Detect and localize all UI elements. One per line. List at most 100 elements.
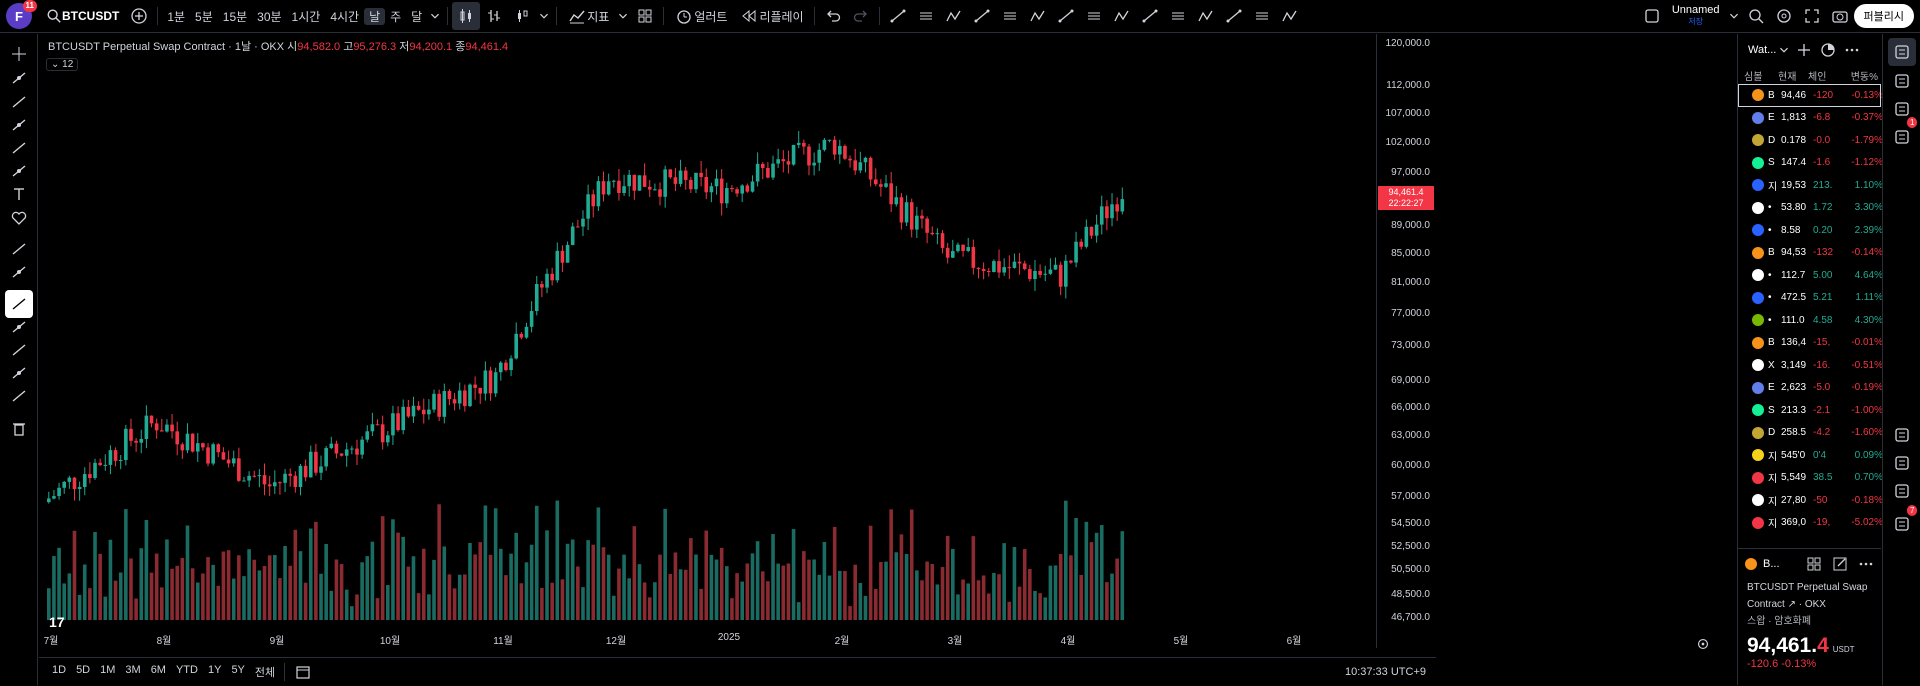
interval-0[interactable]: 1분 <box>162 8 190 25</box>
watchlist-row[interactable]: 지 27,80 -50 -0.18% <box>1738 489 1883 512</box>
compare-add-icon[interactable] <box>125 2 153 30</box>
watchlist-row[interactable]: B 94,46 -120 -0.13% <box>1738 84 1883 107</box>
zoom-in-icon[interactable] <box>5 258 33 286</box>
col-change-pct[interactable]: 변동% <box>1838 68 1878 83</box>
ideas-icon[interactable] <box>1888 477 1916 505</box>
detail-symbol-short[interactable]: B... <box>1763 558 1801 570</box>
watchlist-row[interactable]: E 1,813 -6.8 -0.37% <box>1738 107 1883 130</box>
abcd-pattern-icon[interactable] <box>1024 2 1052 30</box>
redo-icon[interactable] <box>847 2 875 30</box>
watchlist-row[interactable]: 지 5,549 38.5 0.70% <box>1738 467 1883 490</box>
price-label-icon[interactable] <box>1192 2 1220 30</box>
long-position-icon[interactable] <box>1220 2 1248 30</box>
col-symbol[interactable]: 심볼 <box>1738 68 1778 83</box>
gann-box-icon[interactable] <box>1080 2 1108 30</box>
more-options-icon[interactable] <box>1840 36 1864 64</box>
heart-icon[interactable] <box>5 204 33 232</box>
range-5[interactable]: YTD <box>171 664 203 680</box>
watchlist-row[interactable]: • 53.80 1.72 3.30% <box>1738 197 1883 220</box>
chart-style-icon[interactable] <box>508 2 536 30</box>
price-axis[interactable]: 120,000.0 112,000.0 107,000.0 102,000.0 97,0… <box>1376 34 1436 648</box>
watchlist-row[interactable]: S 147.4 -1.6 -1.12% <box>1738 152 1883 175</box>
interval-6[interactable]: 날 <box>364 7 386 25</box>
fib-retracement-icon[interactable] <box>1052 2 1080 30</box>
add-symbol-icon[interactable] <box>1792 36 1816 64</box>
grid-view-icon[interactable] <box>1801 550 1827 578</box>
text-note-icon[interactable] <box>1164 2 1192 30</box>
brush-icon[interactable] <box>1276 2 1304 30</box>
replay-button[interactable]: 리플레이 <box>733 0 809 33</box>
fullscreen-icon[interactable] <box>1798 2 1826 30</box>
chevron-down-icon[interactable] <box>1726 2 1742 30</box>
advanced-view-icon[interactable] <box>1816 36 1840 64</box>
user-avatar[interactable]: F 11 <box>6 0 37 29</box>
watchlist-row[interactable]: • 112.7 5.00 4.64% <box>1738 264 1883 287</box>
range-0[interactable]: 1D <box>47 664 71 680</box>
templates-icon[interactable] <box>631 2 659 30</box>
watchlist-row[interactable]: 지 19,53 213. 1.10% <box>1738 174 1883 197</box>
symbol-search[interactable]: BTCUSDT <box>40 0 125 33</box>
pitchfork-icon[interactable] <box>968 2 996 30</box>
watchlist-row[interactable]: B 94,53 -132 -0.14% <box>1738 242 1883 265</box>
watchlist-icon[interactable] <box>1888 38 1916 66</box>
watchlist-row[interactable]: D 0.178 -0.0 -1.79% <box>1738 129 1883 152</box>
col-change[interactable]: 체인 <box>1808 68 1838 83</box>
rectangle-icon[interactable] <box>1108 2 1136 30</box>
alarm-clock-icon[interactable] <box>1888 67 1916 95</box>
indicators-button[interactable]: 지표 <box>561 0 615 33</box>
watchlist-row[interactable]: • 111.0 4.58 4.30% <box>1738 309 1883 332</box>
settings-gear-icon[interactable] <box>1770 2 1798 30</box>
more-options-icon[interactable] <box>1853 550 1879 578</box>
interval-8[interactable]: 달 <box>406 8 427 25</box>
target-icon[interactable] <box>1888 421 1916 449</box>
interval-7[interactable]: 주 <box>385 8 406 25</box>
timezone-clock[interactable]: 10:37:33 UTC+9 <box>1345 666 1426 678</box>
interval-3[interactable]: 30분 <box>252 8 286 25</box>
elliott-wave-icon[interactable] <box>996 2 1024 30</box>
watchlist-row[interactable]: • 472.5 5.21 1.11% <box>1738 287 1883 310</box>
interval-1[interactable]: 5분 <box>190 8 218 25</box>
range-2[interactable]: 1M <box>95 664 120 680</box>
horizontal-ray-icon[interactable] <box>912 2 940 30</box>
trend-line-icon[interactable] <box>884 2 912 30</box>
watchlist-row[interactable]: D 258.5 -4.2 -1.60% <box>1738 422 1883 445</box>
alert-button[interactable]: 얼러트 <box>668 0 733 33</box>
watchlist-row[interactable]: 지 369,0 -19, -5.02% <box>1738 512 1883 535</box>
time-axis[interactable]: 7월 8월 9월 10월 11월 12월 2025 2월 3월 4월 5월 6월 <box>39 632 1376 648</box>
chevron-down-icon[interactable] <box>536 2 552 30</box>
zoom-search-icon[interactable] <box>1742 2 1770 30</box>
range-1[interactable]: 5D <box>71 664 95 680</box>
chevron-down-icon[interactable] <box>1776 36 1792 64</box>
range-4[interactable]: 6M <box>146 664 171 680</box>
trash-icon[interactable] <box>5 414 33 442</box>
watchlist-title[interactable]: Wat... <box>1748 44 1776 56</box>
indicator-toggle-button[interactable]: ⌄ 12 <box>46 58 79 71</box>
layout-menu[interactable]: Unnamed 저장 <box>1666 0 1726 33</box>
watchlist-row[interactable]: B 136,4 -15, -0.01% <box>1738 332 1883 355</box>
edit-icon[interactable] <box>1827 550 1853 578</box>
calendar-icon[interactable] <box>1888 449 1916 477</box>
range-8[interactable]: 전체 <box>250 664 280 680</box>
undo-icon[interactable] <box>819 2 847 30</box>
interval-4[interactable]: 1시간 <box>287 8 326 25</box>
range-6[interactable]: 1Y <box>203 664 226 680</box>
link-icon[interactable] <box>5 382 33 410</box>
chevron-down-icon[interactable] <box>427 2 443 30</box>
watchlist-row[interactable]: X 3,149 -16. -0.51% <box>1738 354 1883 377</box>
col-last[interactable]: 현재 <box>1778 68 1808 83</box>
checkbox-icon[interactable] <box>1638 2 1666 30</box>
chevron-down-icon[interactable] <box>615 2 631 30</box>
bar-chart-type-icon[interactable] <box>480 2 508 30</box>
camera-icon[interactable] <box>1826 2 1854 30</box>
price-chart[interactable] <box>39 34 1376 648</box>
interval-2[interactable]: 15분 <box>218 8 252 25</box>
interval-5[interactable]: 4시간 <box>325 8 364 25</box>
range-3[interactable]: 3M <box>120 664 145 680</box>
watchlist-row[interactable]: 지 545'0 0'4 0.09% <box>1738 444 1883 467</box>
range-7[interactable]: 5Y <box>226 664 249 680</box>
watchlist-row[interactable]: S 213.3 -2.1 -1.00% <box>1738 399 1883 422</box>
axis-settings-icon[interactable] <box>1695 636 1711 652</box>
publish-button[interactable]: 퍼블리시 <box>1853 4 1914 28</box>
date-range-icon[interactable] <box>1248 2 1276 30</box>
candles-icon[interactable] <box>452 2 481 30</box>
